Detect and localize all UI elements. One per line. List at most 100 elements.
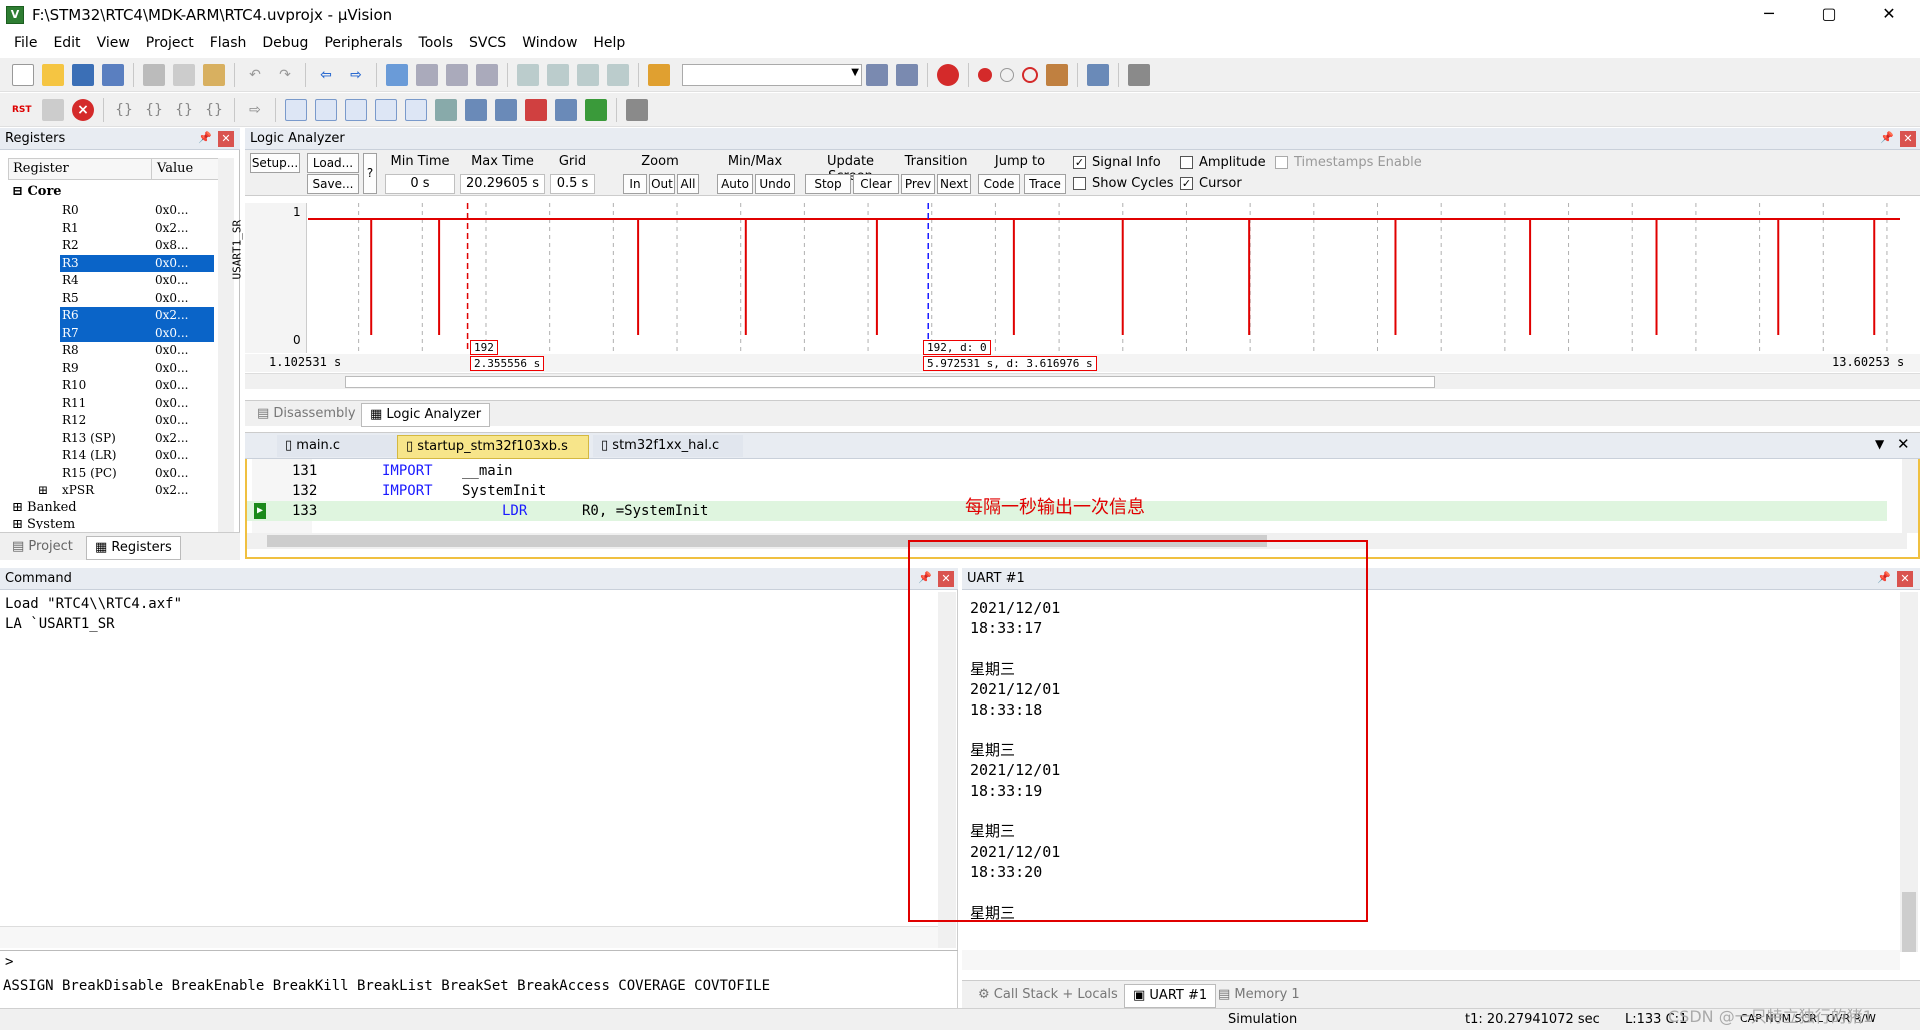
call-stack-icon[interactable] <box>405 98 427 121</box>
register-row[interactable]: R15 (PC) 0x0... <box>60 465 214 483</box>
incremental-find-icon[interactable] <box>866 63 888 86</box>
close-icon[interactable]: ✕ <box>1897 571 1913 587</box>
register-row[interactable]: R13 (SP) 0x2... <box>60 430 214 448</box>
register-row[interactable]: R0 0x0... <box>60 202 214 220</box>
analysis-window-icon[interactable] <box>525 98 547 121</box>
breakpoint-insert-icon[interactable] <box>978 67 992 82</box>
load-button[interactable]: Load... <box>307 153 359 173</box>
tab-disassembly[interactable]: ▤ Disassembly <box>249 403 364 425</box>
run-icon[interactable] <box>42 98 64 121</box>
register-row[interactable]: R10 0x0... <box>60 377 214 395</box>
redo-icon[interactable]: ↷ <box>274 64 296 86</box>
step-over-icon[interactable]: {} <box>143 99 165 121</box>
close-icon[interactable]: ✕ <box>1900 131 1916 147</box>
zoom-all-button[interactable]: All <box>677 174 699 194</box>
clear-button[interactable]: Clear <box>853 174 899 194</box>
setup-button[interactable]: Setup... <box>250 153 300 173</box>
zoom-out-button[interactable]: Out <box>649 174 675 194</box>
step-out-icon[interactable]: {} <box>173 99 195 121</box>
indent-icon[interactable] <box>517 63 539 86</box>
tab-project[interactable]: ▤ Project <box>4 536 81 558</box>
pin-icon[interactable]: 📌 <box>1877 571 1891 585</box>
menu-flash[interactable]: Flash <box>210 35 247 51</box>
tab-logic-analyzer[interactable]: ▦ Logic Analyzer <box>361 403 491 427</box>
breakpoint-disable-icon[interactable] <box>1000 67 1014 82</box>
register-row[interactable]: R9 0x0... <box>60 360 214 378</box>
bookmark-next-icon[interactable] <box>446 63 468 86</box>
comment-icon[interactable] <box>577 63 599 86</box>
step-into-icon[interactable]: {} <box>113 99 135 121</box>
bookmark-icon[interactable] <box>386 63 408 86</box>
menu-window[interactable]: Window <box>522 35 577 51</box>
reset-icon[interactable]: RST <box>12 99 34 121</box>
minimize-button[interactable]: ─ <box>1746 0 1792 30</box>
menu-debug[interactable]: Debug <box>262 35 308 51</box>
nav-forward-icon[interactable]: ⇨ <box>345 64 367 86</box>
command-horizontal-scrollbar[interactable] <box>0 926 938 948</box>
signal-info-checkbox[interactable]: ✓ Signal Info <box>1073 155 1161 170</box>
uart-scroll-thumb[interactable] <box>1902 892 1916 952</box>
menu-file[interactable]: File <box>14 35 37 51</box>
tab-dropdown-icon[interactable]: ▼ <box>1875 437 1884 451</box>
tab-call-stack[interactable]: ⚙ Call Stack + Locals <box>970 984 1126 1006</box>
save-icon[interactable] <box>72 63 94 86</box>
waveform-plot[interactable] <box>308 203 1900 353</box>
undo-button[interactable]: Undo <box>755 174 795 194</box>
system-viewer-icon[interactable] <box>585 98 607 121</box>
zoom-in-button[interactable]: In <box>623 174 647 194</box>
code-line[interactable]: 131 IMPORT __main <box>247 461 1887 481</box>
find-in-files-icon[interactable] <box>648 63 670 86</box>
breakpoint-kill-all-icon[interactable] <box>1046 63 1068 86</box>
bookmark-prev-icon[interactable] <box>416 63 438 86</box>
tab-hal-c[interactable]: ▯ stm32f1xx_hal.c <box>593 435 743 457</box>
registers-scrollbar[interactable] <box>218 158 234 532</box>
new-file-icon[interactable] <box>12 63 34 86</box>
register-row[interactable]: xPSR 0x2... ⊞ <box>38 482 214 500</box>
watch-window-icon[interactable] <box>435 98 457 121</box>
unindent-icon[interactable] <box>547 63 569 86</box>
undo-icon[interactable]: ↶ <box>244 64 266 86</box>
uart-vertical-scrollbar[interactable] <box>1900 592 1918 952</box>
toolbox-icon[interactable] <box>626 98 648 121</box>
help-button[interactable]: ? <box>363 153 377 194</box>
window-layout-icon[interactable] <box>1087 63 1109 86</box>
configure-icon[interactable] <box>1128 63 1150 86</box>
register-row[interactable]: R1 0x2... <box>60 220 214 238</box>
la-scroll-thumb[interactable] <box>345 376 1435 388</box>
find-icon[interactable] <box>896 63 918 86</box>
tab-uart[interactable]: ▣ UART #1 <box>1124 984 1217 1008</box>
bookmark-clear-icon[interactable] <box>476 63 498 86</box>
register-row[interactable]: R7 0x0... <box>60 324 214 342</box>
cut-icon[interactable] <box>143 63 165 86</box>
register-row[interactable]: R4 0x0... <box>60 272 214 290</box>
menu-svcs[interactable]: SVCS <box>469 35 506 51</box>
pin-icon[interactable]: 📌 <box>1880 131 1894 145</box>
uncomment-icon[interactable] <box>607 63 629 86</box>
cursor-checkbox[interactable]: ✓ Cursor <box>1180 176 1242 191</box>
auto-button[interactable]: Auto <box>717 174 753 194</box>
register-row[interactable]: R11 0x0... <box>60 395 214 413</box>
amplitude-checkbox[interactable]: Amplitude <box>1180 155 1266 170</box>
menu-project[interactable]: Project <box>146 35 194 51</box>
serial-window-icon[interactable] <box>495 98 517 121</box>
register-row[interactable]: R2 0x8... <box>60 237 214 255</box>
timestamps-checkbox[interactable]: Timestamps Enable <box>1275 155 1422 170</box>
close-icon[interactable]: ✕ <box>218 131 234 147</box>
menu-tools[interactable]: Tools <box>419 35 454 51</box>
maximize-button[interactable]: ▢ <box>1806 0 1852 30</box>
run-to-cursor-icon[interactable]: {} <box>203 99 225 121</box>
tab-memory[interactable]: ▤ Memory 1 <box>1210 984 1308 1006</box>
symbols-window-icon[interactable] <box>345 98 367 121</box>
find-combo[interactable]: ▼ <box>682 63 862 86</box>
menu-peripherals[interactable]: Peripherals <box>324 35 402 51</box>
command-window-icon[interactable] <box>285 98 307 121</box>
menu-edit[interactable]: Edit <box>53 35 80 51</box>
system-group[interactable]: ⊞ System <box>12 517 75 529</box>
trace-window-icon[interactable] <box>555 98 577 121</box>
disassembly-window-icon[interactable] <box>315 98 337 121</box>
tab-main-c[interactable]: ▯ main.c <box>277 435 397 457</box>
uart-horizontal-scrollbar[interactable] <box>962 950 1900 970</box>
open-folder-icon[interactable] <box>42 63 64 86</box>
breakpoint-kill-icon[interactable] <box>1022 66 1038 83</box>
register-row[interactable]: R12 0x0... <box>60 412 214 430</box>
